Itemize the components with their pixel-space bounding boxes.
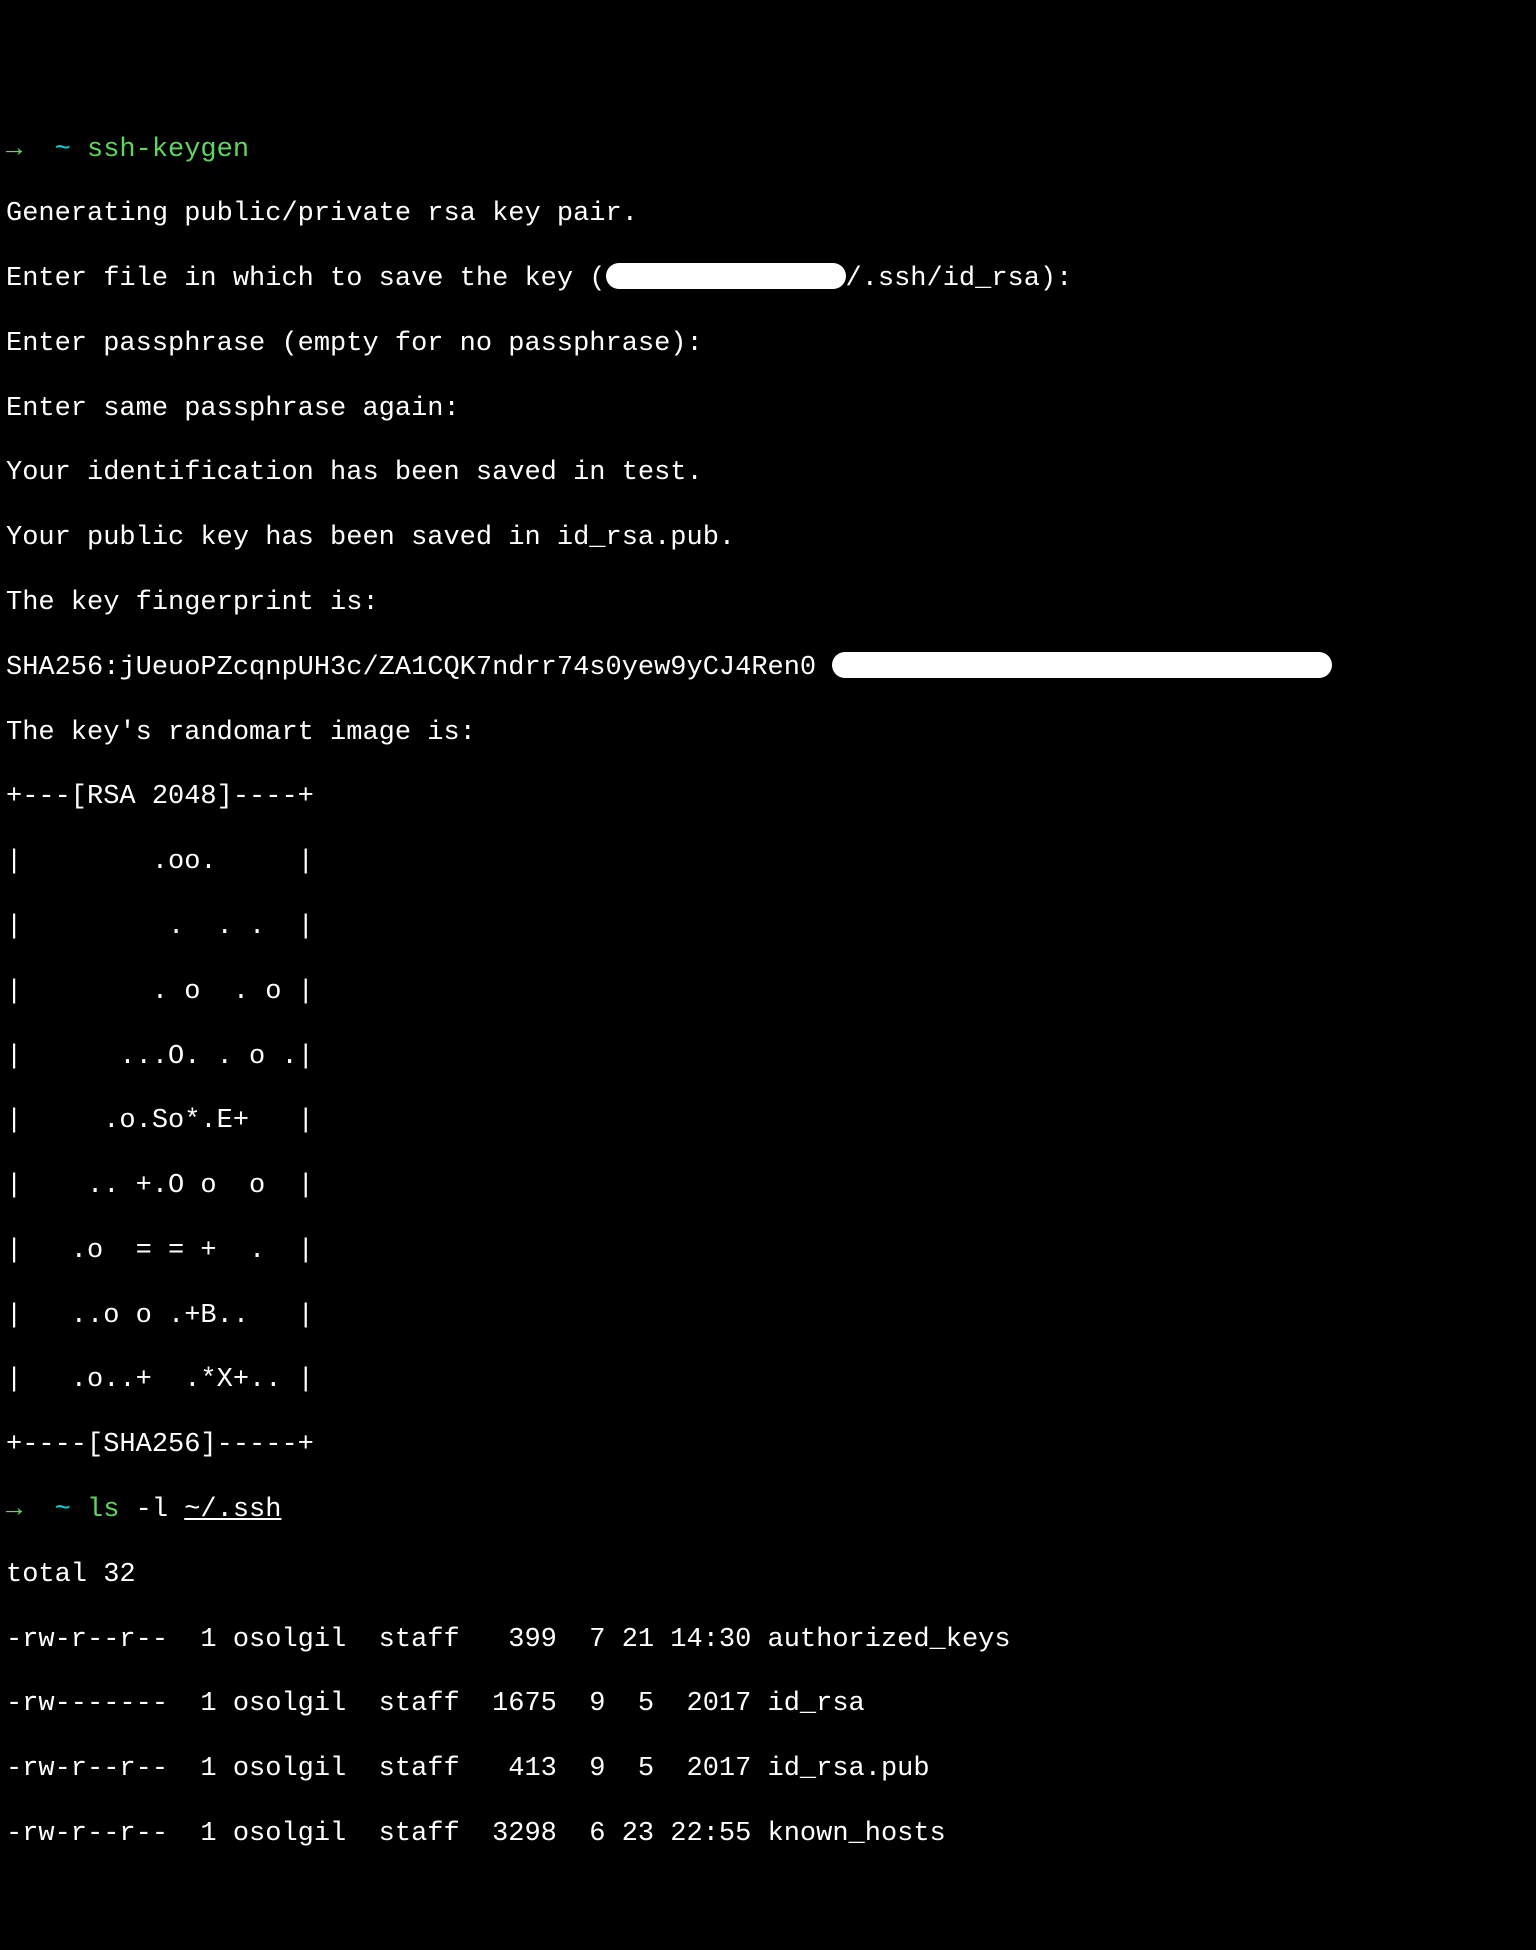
ls-total: total 32	[6, 1559, 1530, 1591]
ls-row: -rw-r--r-- 1 osolgil staff 3298 6 23 22:…	[6, 1818, 1530, 1850]
redaction-block	[832, 652, 1332, 678]
ls-row: -rw------- 1 osolgil staff 1675 9 5 2017…	[6, 1688, 1530, 1720]
randomart-line: | . . . |	[6, 911, 1530, 943]
output-line: The key's randomart image is:	[6, 717, 1530, 749]
randomart-line: | ...O. . o .|	[6, 1041, 1530, 1073]
output-line: Your public key has been saved in id_rsa…	[6, 522, 1530, 554]
randomart-line: | .o.So*.E+ |	[6, 1105, 1530, 1137]
randomart-line: | .o..+ .*X+.. |	[6, 1364, 1530, 1396]
command-flag: -l	[119, 1495, 184, 1525]
prompt-cwd: ~	[55, 1495, 87, 1525]
command-path: ~/.ssh	[184, 1495, 281, 1525]
randomart-line: +----[SHA256]-----+	[6, 1429, 1530, 1461]
output-line: SHA256:jUeuoPZcqnpUH3c/ZA1CQK7ndrr74s0ye…	[6, 652, 1530, 684]
randomart-line: | .oo. |	[6, 846, 1530, 878]
randomart-line: | . o . o |	[6, 976, 1530, 1008]
ls-row: -rw-r--r-- 1 osolgil staff 413 9 5 2017 …	[6, 1753, 1530, 1785]
ls-row: -rw-r--r-- 1 osolgil staff 399 7 21 14:3…	[6, 1624, 1530, 1656]
output-line: Enter same passphrase again:	[6, 393, 1530, 425]
output-text: /.ssh/id_rsa):	[846, 264, 1073, 294]
command-ssh-keygen: ssh-keygen	[87, 135, 249, 165]
command-ls: ls	[87, 1495, 119, 1525]
randomart-line: | .o = = + . |	[6, 1235, 1530, 1267]
prompt-arrow-icon: →	[6, 1495, 55, 1525]
prompt-line-1[interactable]: → ~ ssh-keygen	[6, 134, 1530, 166]
redaction-block	[606, 263, 846, 289]
prompt-arrow-icon: →	[6, 135, 55, 165]
output-line: Enter file in which to save the key ( /.s…	[6, 263, 1530, 295]
output-text: Enter file in which to save the key (	[6, 264, 606, 294]
prompt-cwd: ~	[55, 135, 87, 165]
prompt-line-2[interactable]: → ~ ls -l ~/.ssh	[6, 1494, 1530, 1526]
randomart-line: +---[RSA 2048]----+	[6, 781, 1530, 813]
output-line: Generating public/private rsa key pair.	[6, 198, 1530, 230]
output-line: Enter passphrase (empty for no passphras…	[6, 328, 1530, 360]
fingerprint-text: SHA256:jUeuoPZcqnpUH3c/ZA1CQK7ndrr74s0ye…	[6, 653, 832, 683]
randomart-line: | ..o o .+B.. |	[6, 1300, 1530, 1332]
randomart-line: | .. +.O o o |	[6, 1170, 1530, 1202]
output-line: Your identification has been saved in te…	[6, 457, 1530, 489]
output-line: The key fingerprint is:	[6, 587, 1530, 619]
